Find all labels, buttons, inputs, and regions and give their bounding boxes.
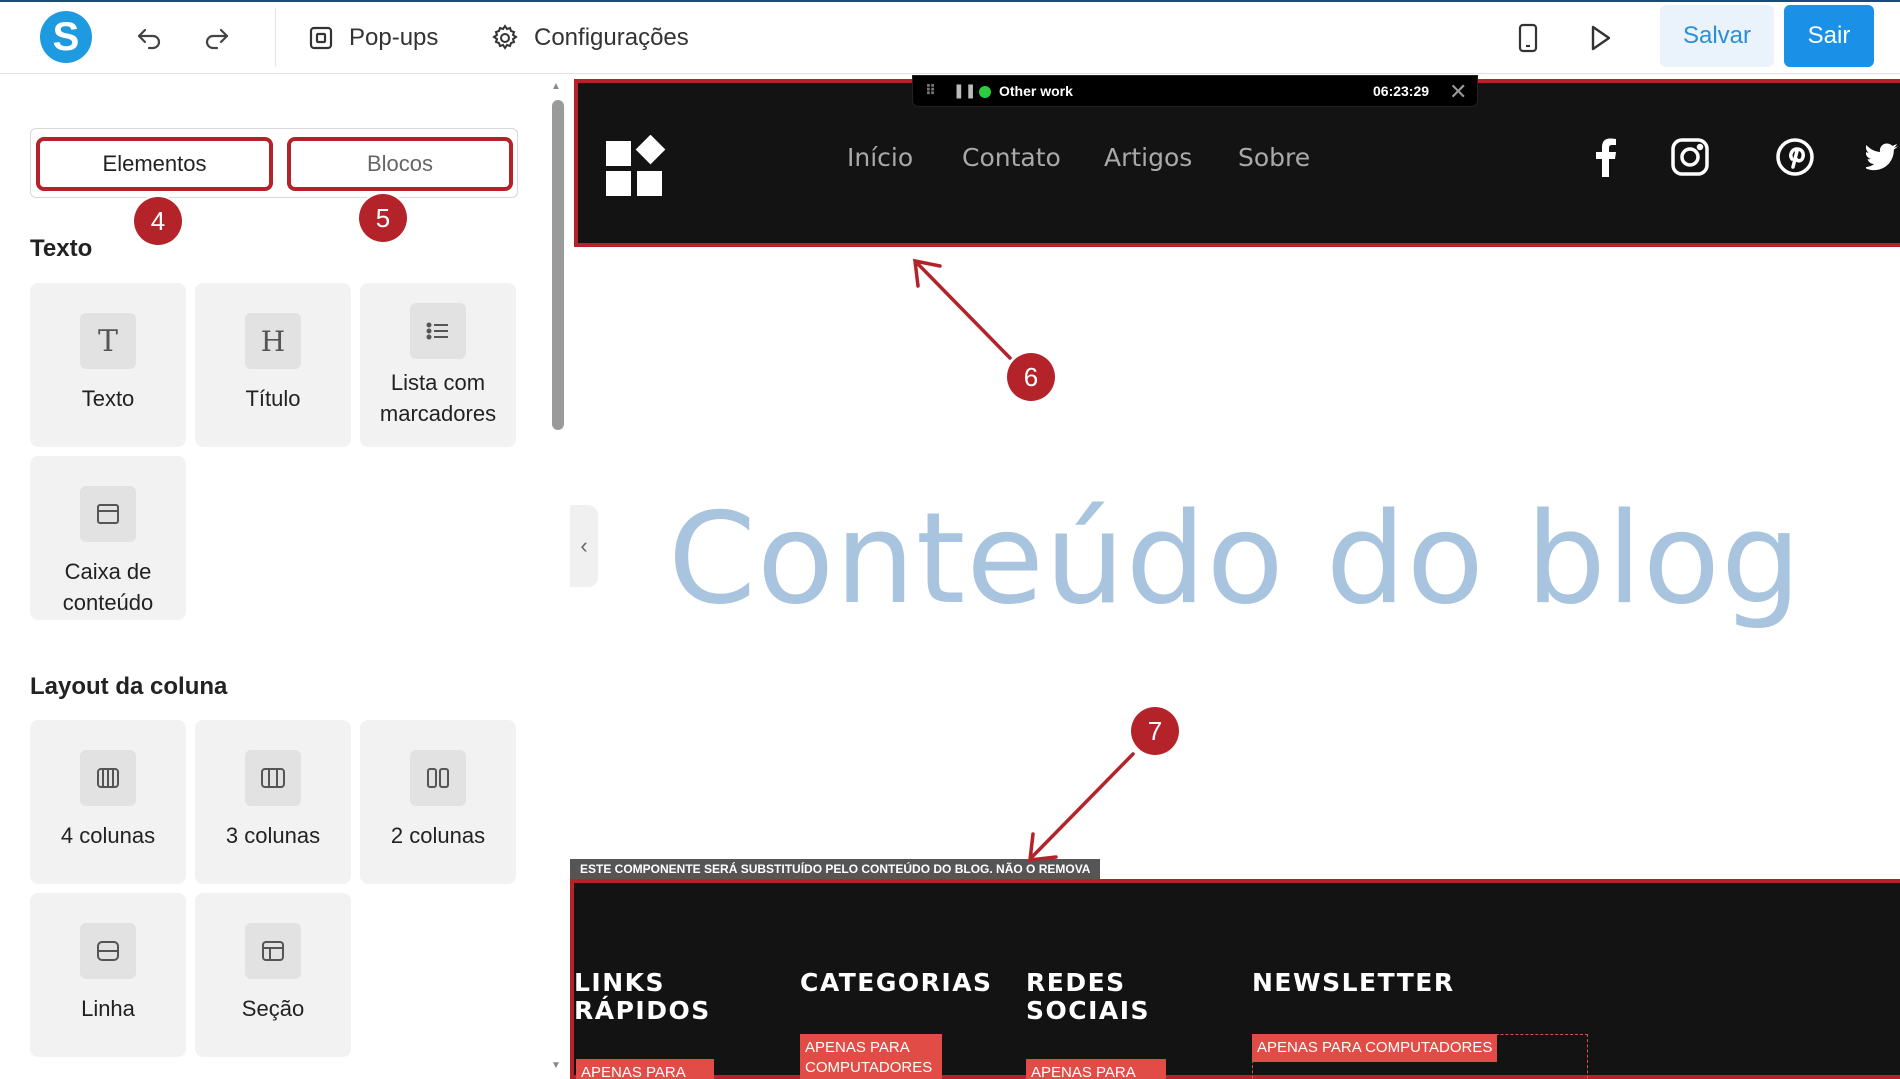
site-logo-icon xyxy=(606,135,666,196)
sidebar-tabs: Elementos Blocos xyxy=(30,128,518,198)
settings-label: Configurações xyxy=(534,24,689,51)
exit-button[interactable]: Sair xyxy=(1784,5,1874,67)
desktop-only-tag: APENAS PARA COMPUTADORES xyxy=(1026,1059,1166,1079)
nav-link-contato[interactable]: Contato xyxy=(962,143,1061,172)
popups-label: Pop-ups xyxy=(349,24,439,51)
recording-widget[interactable]: ⠿ ❚❚ Other work 06:23:29 ✕ xyxy=(912,75,1478,107)
sidebar-scrollbar-thumb[interactable] xyxy=(552,100,564,430)
blog-content-placeholder[interactable]: Conteúdo do blog xyxy=(570,485,1900,632)
desktop-only-tag: APENAS PARA COMPUTADORES xyxy=(576,1059,714,1079)
content-box-icon xyxy=(80,486,136,542)
element-card-label: Seção xyxy=(241,996,305,1021)
status-dot xyxy=(979,86,991,98)
three-columns-icon xyxy=(245,750,301,806)
nav-link-sobre[interactable]: Sobre xyxy=(1238,143,1310,172)
top-accent-line xyxy=(0,0,1900,2)
footer-title-links: LINKS RÁPIDOS xyxy=(574,968,711,1025)
play-preview-icon[interactable] xyxy=(1580,18,1620,58)
element-card-label: 4 colunas xyxy=(60,823,156,848)
desktop-only-tag: APENAS PARA COMPUTADORES xyxy=(1252,1034,1498,1062)
component-notice-label: ESTE COMPONENTE SERÁ SUBSTITUÍDO PELO CO… xyxy=(570,859,1101,879)
bullet-list-icon xyxy=(410,303,466,359)
undo-icon[interactable] xyxy=(129,18,169,58)
element-card-caixa[interactable]: Caixa de conteúdo xyxy=(30,456,186,620)
annotation-badge-6: 6 xyxy=(1007,353,1055,401)
top-toolbar: S Pop-ups Configurações Salvar Sair xyxy=(0,0,1900,74)
toolbar-divider xyxy=(275,8,276,66)
four-columns-icon xyxy=(80,750,136,806)
element-card-titulo[interactable]: H Título xyxy=(195,283,351,447)
tab-blocos[interactable]: Blocos xyxy=(287,137,513,191)
twitter-icon[interactable] xyxy=(1866,135,1900,179)
app-logo[interactable]: S xyxy=(40,11,92,63)
popups-button[interactable]: Pop-ups xyxy=(307,18,438,58)
element-card-label: 3 colunas xyxy=(225,823,321,848)
element-card-2-colunas[interactable]: 2 colunas xyxy=(360,720,516,884)
footer-title-redes: REDES SOCIAIS xyxy=(1026,968,1151,1025)
two-columns-icon xyxy=(410,750,466,806)
element-card-label: Caixa de conteúdo xyxy=(62,559,154,615)
row-icon xyxy=(80,923,136,979)
element-card-linha[interactable]: Linha xyxy=(30,893,186,1057)
element-card-label: Título xyxy=(245,386,301,411)
element-card-4-colunas[interactable]: 4 colunas xyxy=(30,720,186,884)
element-card-lista[interactable]: Lista com marcadores xyxy=(360,283,516,447)
section-title-texto: Texto xyxy=(30,235,93,262)
section-icon xyxy=(245,923,301,979)
footer-title-newsletter: NEWSLETTER xyxy=(1252,968,1455,997)
scroll-up-arrow[interactable]: ▲ xyxy=(551,81,561,92)
settings-button[interactable]: Configurações xyxy=(490,18,689,58)
annotation-badge-5: 5 xyxy=(359,194,407,242)
section-title-layout: Layout da coluna xyxy=(30,673,228,700)
annotation-badge-7: 7 xyxy=(1131,707,1179,755)
heading-icon: H xyxy=(245,313,301,369)
tab-elementos[interactable]: Elementos xyxy=(36,137,273,191)
nav-link-artigos[interactable]: Artigos xyxy=(1104,143,1192,172)
editor-canvas[interactable]: ‹ Início Contato Artigos Sobre ⠿ ❚❚ Othe… xyxy=(570,75,1900,1079)
element-card-label: Texto xyxy=(81,386,135,411)
text-icon: T xyxy=(80,313,136,369)
element-card-texto[interactable]: T Texto xyxy=(30,283,186,447)
popup-icon xyxy=(309,26,333,50)
instagram-icon[interactable] xyxy=(1668,135,1712,179)
pause-icon[interactable]: ❚❚ xyxy=(953,82,976,99)
save-button[interactable]: Salvar xyxy=(1660,5,1774,67)
facebook-icon[interactable] xyxy=(1583,135,1627,179)
desktop-only-tag: APENAS PARA COMPUTADORES xyxy=(800,1034,942,1079)
element-card-secao[interactable]: Seção xyxy=(195,893,351,1057)
pinterest-icon[interactable] xyxy=(1773,135,1817,179)
gear-icon xyxy=(492,24,518,50)
site-footer-block[interactable]: LINKS RÁPIDOS CATEGORIAS REDES SOCIAIS N… xyxy=(570,879,1900,1079)
recording-status: Other work xyxy=(999,83,1073,99)
element-card-label: 2 colunas xyxy=(390,823,486,848)
recording-timer: 06:23:29 xyxy=(1373,83,1430,99)
element-card-3-colunas[interactable]: 3 colunas xyxy=(195,720,351,884)
mobile-preview-icon[interactable] xyxy=(1508,18,1548,58)
element-card-label: Lista com marcadores xyxy=(379,370,497,426)
elements-sidebar: Elementos Blocos 4 5 Texto T Texto H Tít… xyxy=(0,75,570,1079)
nav-link-inicio[interactable]: Início xyxy=(847,143,913,172)
scroll-down-arrow[interactable]: ▼ xyxy=(551,1060,561,1071)
footer-title-categorias: CATEGORIAS xyxy=(800,968,993,997)
annotation-badge-4: 4 xyxy=(134,197,182,245)
element-card-label: Linha xyxy=(81,996,135,1021)
drag-handle-icon[interactable]: ⠿ xyxy=(925,82,936,99)
redo-icon[interactable] xyxy=(197,18,237,58)
close-icon[interactable]: ✕ xyxy=(1449,79,1467,105)
